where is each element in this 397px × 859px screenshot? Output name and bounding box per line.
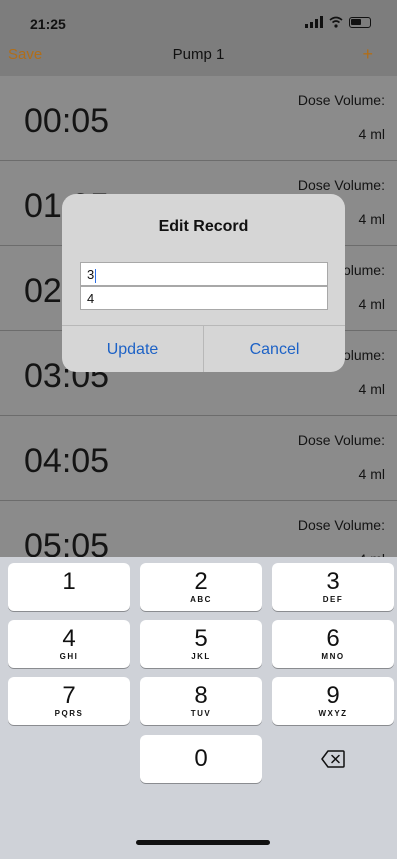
- cancel-button[interactable]: Cancel: [203, 326, 345, 372]
- key-letters: WXYZ: [318, 709, 348, 718]
- key-1[interactable]: 1: [8, 563, 130, 611]
- key-letters: MNO: [321, 652, 345, 661]
- status-time: 21:25: [30, 16, 66, 32]
- cellular-signal-icon: [305, 16, 323, 28]
- key-digit: 9: [326, 682, 340, 709]
- dialog-actions: Update Cancel: [62, 325, 345, 372]
- dose-volume-label: Dose Volume:: [297, 432, 385, 448]
- dose-volume-label: Dose Volume:: [297, 92, 385, 108]
- key-digit: 1: [62, 568, 76, 595]
- key-letters: PQRS: [54, 709, 84, 718]
- key-digit: 8: [194, 682, 208, 709]
- dose-volume-value: 4 ml: [358, 211, 385, 227]
- key-3[interactable]: 3 DEF: [272, 563, 394, 611]
- dose-volume-value: 4 ml: [358, 466, 385, 482]
- wifi-icon: [329, 16, 343, 28]
- key-letters: GHI: [59, 652, 79, 661]
- key-2[interactable]: 2 ABC: [140, 563, 262, 611]
- dose-volume-label: Dose Volume:: [297, 517, 385, 533]
- key-6[interactable]: 6 MNO: [272, 620, 394, 668]
- nav-bar: Save Pump 1 +: [0, 40, 397, 77]
- key-7[interactable]: 7 PQRS: [8, 677, 130, 725]
- key-0[interactable]: 0: [140, 735, 262, 783]
- key-8[interactable]: 8 TUV: [140, 677, 262, 725]
- numeric-keypad: 1 2 ABC 3 DEF 4 GHI 5 JKL 6 MNO 7 PQRS 8…: [0, 557, 397, 859]
- key-letters: ABC: [190, 595, 212, 604]
- dose-volume-label: Dose Volume:: [297, 177, 385, 193]
- dialog-title: Edit Record: [158, 218, 249, 235]
- record-row[interactable]: 00:05 Dose Volume: 4 ml: [0, 76, 397, 161]
- dose-volume-value: 4 ml: [358, 126, 385, 142]
- dose-volume-value: 4 ml: [358, 296, 385, 312]
- home-indicator[interactable]: [136, 840, 270, 845]
- add-record-button[interactable]: +: [362, 44, 373, 65]
- status-icons: [305, 16, 371, 28]
- key-digit: 4: [62, 625, 76, 652]
- key-digit: 0: [194, 745, 208, 772]
- key-digit: 7: [62, 682, 76, 709]
- key-digit: 3: [326, 568, 340, 595]
- text-cursor: [95, 268, 97, 283]
- record-row[interactable]: 04:05 Dose Volume: 4 ml: [0, 416, 397, 501]
- record-time: 04:05: [24, 442, 110, 480]
- key-letters: JKL: [191, 652, 211, 661]
- key-digit: 5: [194, 625, 208, 652]
- update-button[interactable]: Update: [62, 326, 203, 372]
- delete-backspace-icon: [321, 750, 345, 768]
- volume-input[interactable]: 4: [80, 286, 328, 310]
- status-bar: 21:25: [0, 0, 397, 40]
- volume-input-value: 4: [87, 291, 95, 306]
- key-4[interactable]: 4 GHI: [8, 620, 130, 668]
- page-title: Pump 1: [172, 46, 225, 63]
- key-5[interactable]: 5 JKL: [140, 620, 262, 668]
- time-input-value: 3: [87, 267, 95, 282]
- key-letters: DEF: [322, 595, 344, 604]
- record-time: 00:05: [24, 102, 110, 140]
- key-9[interactable]: 9 WXYZ: [272, 677, 394, 725]
- delete-button[interactable]: [272, 735, 394, 783]
- battery-icon: [349, 16, 371, 28]
- key-digit: 2: [194, 568, 208, 595]
- key-digit: 6: [326, 625, 340, 652]
- edit-record-dialog: Edit Record 3 4 Update Cancel: [62, 194, 345, 372]
- dose-volume-value: 4 ml: [358, 381, 385, 397]
- key-letters: TUV: [190, 709, 212, 718]
- time-input[interactable]: 3: [80, 262, 328, 286]
